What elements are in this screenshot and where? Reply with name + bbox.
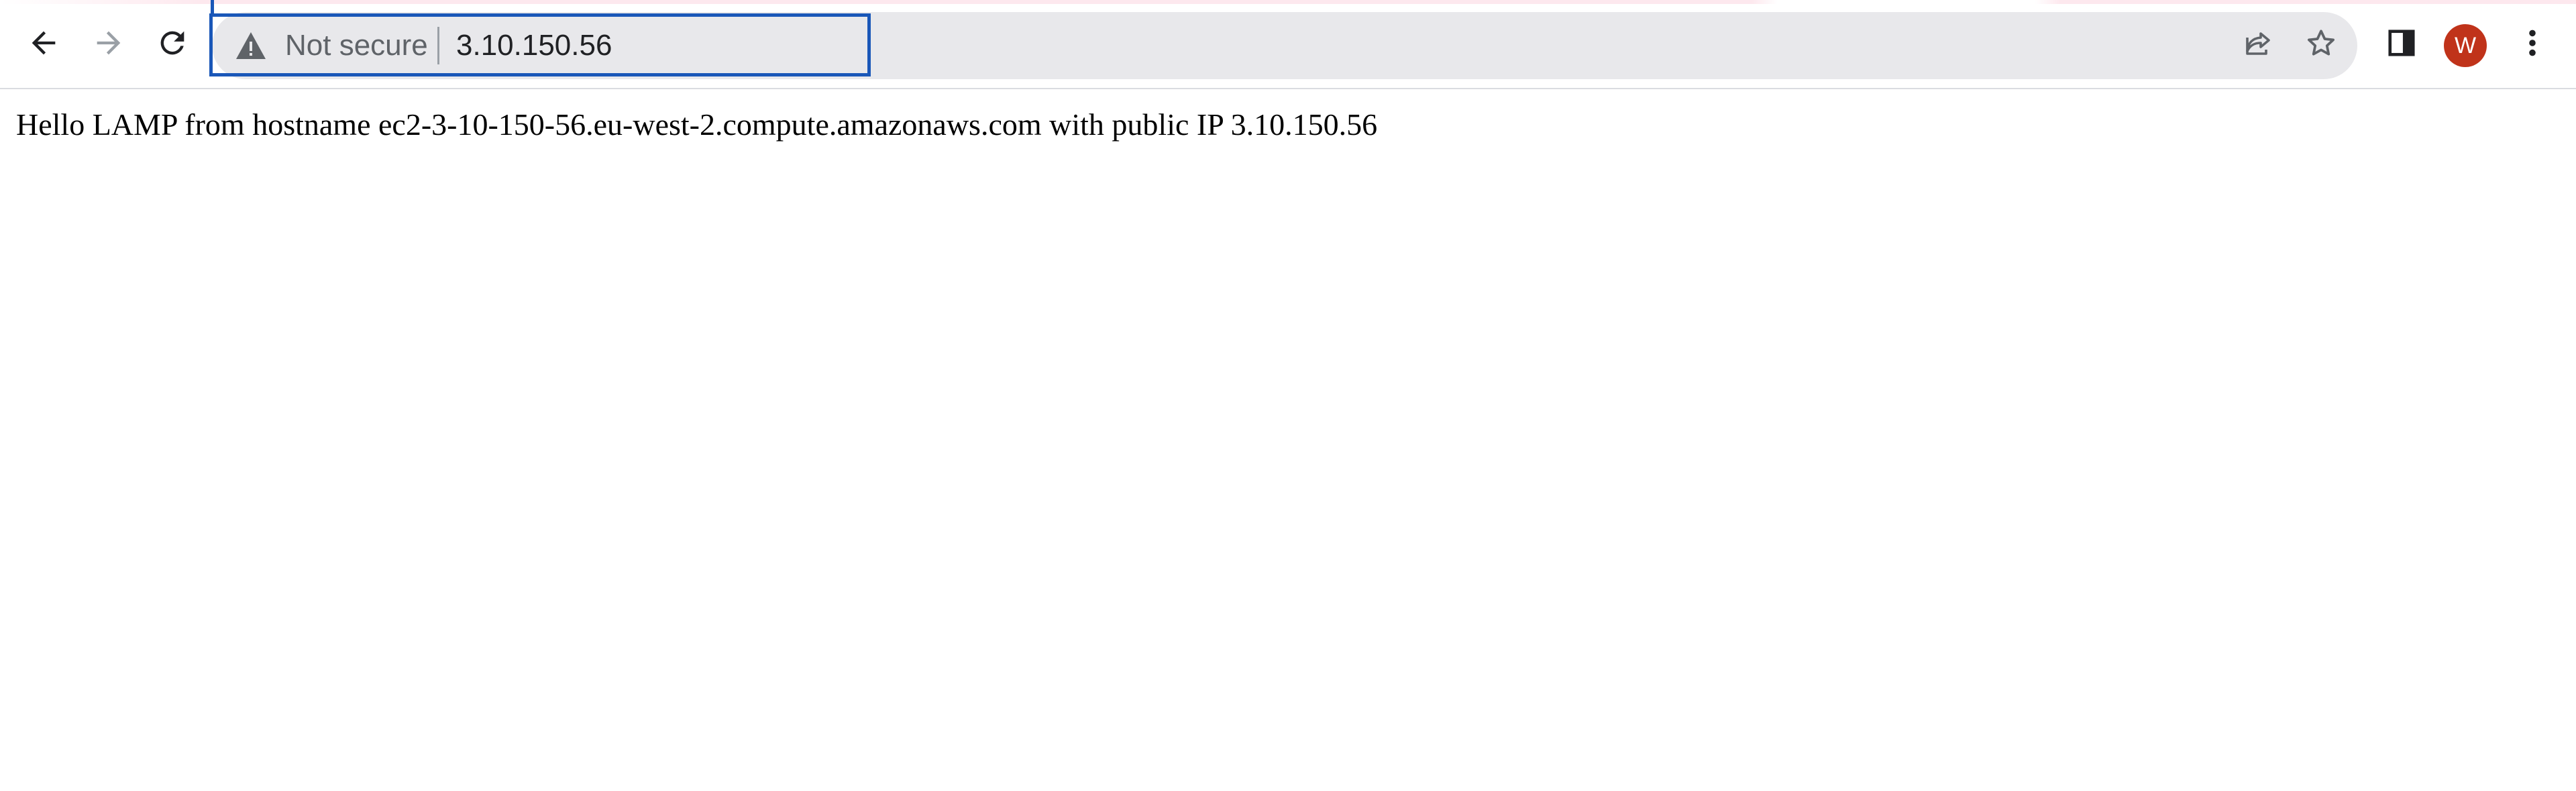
focus-indicator [211, 0, 214, 15]
side-panel-icon [2386, 28, 2417, 62]
bookmark-button[interactable] [2301, 24, 2341, 64]
browser-toolbar: Not secure 3.10.150.56 W [0, 0, 2576, 89]
star-icon [2304, 26, 2338, 63]
share-button[interactable] [2238, 24, 2278, 64]
tab-strip-edge [0, 0, 2576, 4]
side-panel-button[interactable] [2381, 24, 2422, 64]
browser-menu-button[interactable] [2512, 24, 2553, 64]
back-button[interactable] [20, 21, 67, 68]
page-body-text: Hello LAMP from hostname ec2-3-10-150-56… [16, 107, 1378, 142]
share-icon [2242, 27, 2274, 62]
reload-icon [155, 25, 190, 64]
warning-triangle-icon[interactable] [235, 31, 267, 60]
kebab-menu-icon [2519, 26, 2546, 63]
forward-button[interactable] [85, 21, 132, 68]
url-text[interactable]: 3.10.150.56 [456, 28, 612, 63]
arrow-right-icon [91, 25, 126, 64]
omnibox-divider [437, 27, 439, 64]
reload-button[interactable] [149, 21, 196, 68]
security-status-label[interactable]: Not secure [285, 28, 428, 63]
profile-avatar[interactable]: W [2444, 24, 2487, 67]
arrow-left-icon [26, 25, 61, 64]
